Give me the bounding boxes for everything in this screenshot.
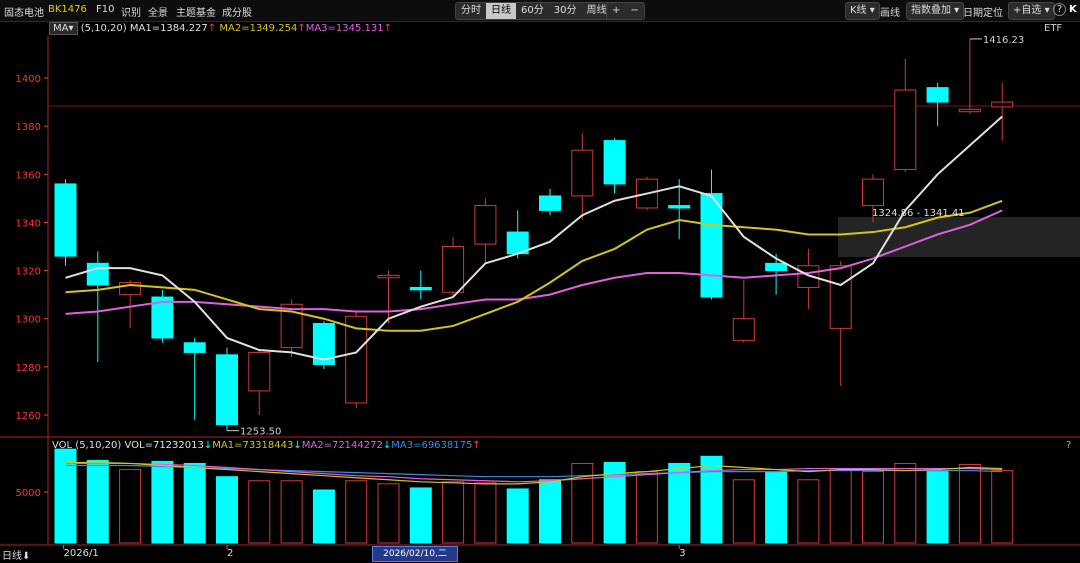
- volume-bar: [248, 480, 271, 544]
- volume-bar: [991, 470, 1014, 544]
- volume-bar: [926, 471, 949, 544]
- volume-bar: [345, 480, 368, 544]
- candle-body: [377, 274, 400, 279]
- candle-body: [862, 178, 884, 207]
- volume-ma3-line: [65, 464, 1003, 478]
- volume-bar: [183, 462, 206, 544]
- price-tick-label: 1400: [16, 74, 41, 85]
- date-tick-label: 2026/1: [64, 548, 99, 559]
- candle-body: [86, 262, 109, 286]
- volume-bar: [700, 455, 723, 544]
- volume-bar: [216, 476, 238, 544]
- volume-bar: [506, 488, 529, 544]
- volume-ma2-line: [65, 462, 1003, 483]
- volume-bar: [119, 469, 142, 544]
- price-tick-label: 1320: [16, 267, 41, 278]
- volume-bar: [474, 482, 497, 544]
- candle-body: [700, 193, 723, 298]
- candle-body: [926, 87, 949, 103]
- date-tick-label: 2: [227, 548, 233, 559]
- candle-body: [958, 108, 981, 113]
- high-price-label: 1416.23: [983, 35, 1024, 46]
- volume-bar: [86, 459, 109, 544]
- volume-bar: [280, 480, 303, 544]
- candle-body: [571, 149, 594, 197]
- volume-bar: [862, 471, 884, 544]
- volume-bar: [732, 479, 755, 544]
- date-tick-label: 3: [679, 548, 685, 559]
- price-tick-label: 1260: [16, 411, 41, 422]
- selection-range-box: [838, 217, 1080, 257]
- candle-body: [183, 342, 206, 353]
- volume-bar: [442, 481, 465, 544]
- bottom-period-text: 日线: [2, 551, 22, 562]
- volume-bar: [151, 460, 174, 544]
- price-tick-label: 1300: [16, 315, 41, 326]
- bottom-period-label[interactable]: 日线⬇: [2, 547, 30, 562]
- selected-date-badge: 2026/02/10,二: [372, 546, 458, 562]
- low-price-label: 1253.50: [240, 427, 281, 438]
- volume-bar: [539, 479, 561, 544]
- candle-body: [216, 354, 238, 426]
- volume-bar: [377, 483, 400, 544]
- candle-body: [894, 89, 917, 170]
- volume-bar: [894, 462, 917, 544]
- volume-bar: [668, 462, 691, 544]
- candle-body: [474, 205, 497, 245]
- candle-body: [732, 318, 755, 341]
- price-tick-label: 1280: [16, 363, 41, 374]
- bottom-period-arrow-icon: ⬇: [22, 551, 31, 562]
- volume-bar: [797, 479, 820, 544]
- candle-body: [539, 195, 561, 211]
- candle-body: [54, 183, 77, 257]
- volume-bar: [312, 489, 335, 544]
- kline-chart[interactable]: 1260 1280 1300 1320 1340 1360 1380 1400 1253.50…: [0, 0, 1080, 563]
- candle-body: [409, 286, 432, 291]
- candle-body: [765, 262, 788, 272]
- candle-body: [442, 246, 465, 293]
- volume-bar: [635, 471, 658, 544]
- range-label: 1324.86 - 1341.41: [872, 208, 965, 219]
- volume-bar: [829, 470, 852, 544]
- candle-body: [991, 101, 1014, 108]
- candle-body: [829, 265, 852, 329]
- price-tick-label: 1360: [16, 170, 41, 181]
- volume-bar: [765, 471, 788, 544]
- candle-body: [603, 140, 626, 185]
- candle-body: [668, 205, 691, 209]
- price-tick-label: 1380: [16, 122, 41, 133]
- volume-bar: [958, 463, 981, 544]
- volume-bar: [409, 487, 432, 544]
- price-tick-label: 1340: [16, 218, 41, 229]
- volume-tick-label: 5000: [16, 488, 41, 499]
- candle-body: [248, 351, 271, 392]
